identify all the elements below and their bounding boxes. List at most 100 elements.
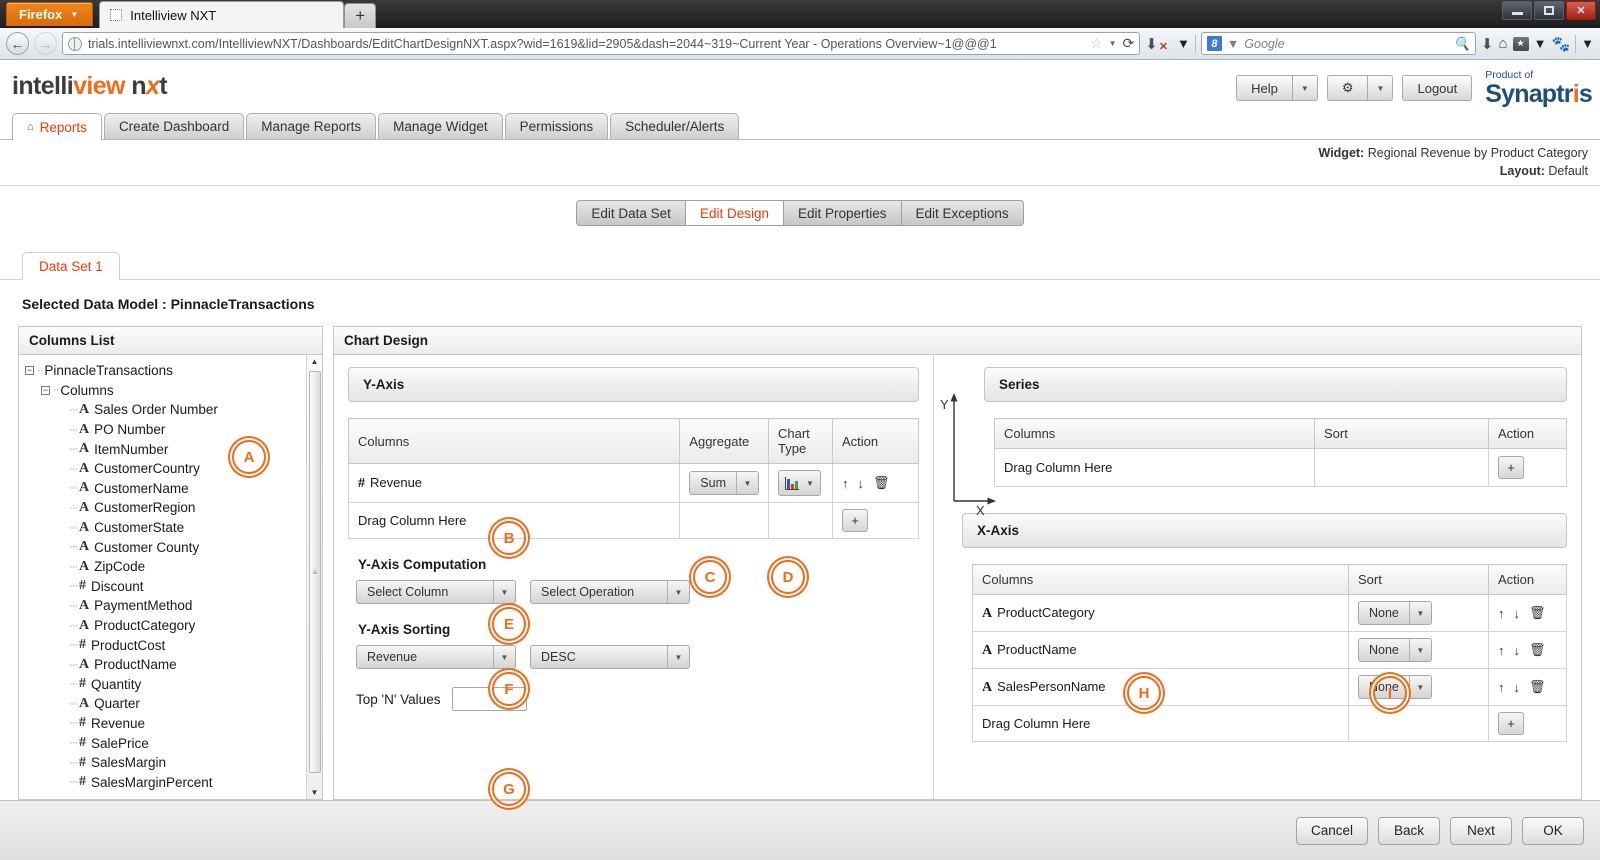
- x-axis-sort-cell[interactable]: None▼: [1349, 632, 1489, 669]
- move-up-icon[interactable]: ↑: [1498, 643, 1505, 658]
- tree-item[interactable]: ···AZipCode: [25, 557, 306, 577]
- chevron-down-icon[interactable]: ▼: [1409, 602, 1431, 624]
- address-bar[interactable]: trials.intelliviewnxt.com/IntelliviewNXT…: [62, 32, 1140, 55]
- logout-button[interactable]: Logout: [1402, 75, 1472, 101]
- move-down-icon[interactable]: ↓: [858, 476, 865, 491]
- scroll-up-icon[interactable]: ▲: [311, 357, 319, 366]
- bookmarks-icon[interactable]: ★: [1513, 37, 1529, 51]
- chevron-down-icon[interactable]: ▼: [1409, 676, 1431, 698]
- table-row-dropzone[interactable]: Drag Column Here +: [995, 449, 1567, 487]
- x-axis-column-cell[interactable]: ASalesPersonName: [973, 669, 1349, 706]
- tree-item[interactable]: ···ACustomerName: [25, 479, 306, 499]
- delete-icon[interactable]: 🗑: [873, 475, 890, 491]
- tree-item[interactable]: ···#Revenue: [25, 714, 306, 734]
- new-tab-button[interactable]: +: [344, 3, 376, 28]
- back-button[interactable]: ←: [6, 32, 29, 55]
- tree-item[interactable]: ···AProductName: [25, 655, 306, 675]
- add-row-button[interactable]: +: [1498, 456, 1524, 479]
- tab-scheduler-alerts[interactable]: Scheduler/Alerts: [610, 113, 739, 139]
- x-axis-column-cell[interactable]: AProductCategory: [973, 595, 1349, 632]
- table-row-dropzone[interactable]: Drag Column Here +: [349, 503, 919, 539]
- computation-operation-select[interactable]: Select Operation ▼: [530, 580, 690, 604]
- chevron-down-icon[interactable]: ▼: [493, 581, 515, 603]
- back-button[interactable]: Back: [1378, 817, 1440, 845]
- x-axis-column-cell[interactable]: AProductName: [973, 632, 1349, 669]
- chevron-down-icon[interactable]: ▼: [1177, 36, 1190, 51]
- browser-tab[interactable]: Intelliview NXT: [99, 1, 344, 28]
- tree-node-columns[interactable]: −··Columns: [25, 381, 306, 401]
- columns-tree[interactable]: −··PinnacleTransactions −··Columns ···AS…: [19, 355, 306, 799]
- chart-type-select[interactable]: ▼: [778, 470, 821, 496]
- extension-icon[interactable]: 🐾: [1551, 35, 1570, 53]
- forward-button[interactable]: →: [34, 32, 57, 55]
- downloads-icon[interactable]: ⬇: [1481, 35, 1494, 53]
- chevron-down-icon[interactable]: ▼: [1581, 36, 1594, 51]
- table-row-dropzone[interactable]: Drag Column Here +: [973, 706, 1567, 742]
- tree-item[interactable]: ···#Quantity: [25, 675, 306, 695]
- tree-item[interactable]: ···#SalesMargin: [25, 753, 306, 773]
- help-dropdown-button[interactable]: ▼: [1292, 75, 1318, 101]
- chevron-down-icon[interactable]: ▼: [1534, 36, 1547, 51]
- tree-item[interactable]: ···#SalesMarginPercent: [25, 772, 306, 792]
- x-axis-drop-cell[interactable]: Drag Column Here: [973, 706, 1349, 742]
- bookmark-star-icon[interactable]: ☆: [1090, 35, 1103, 52]
- table-row[interactable]: AProductNameNone▼↑↓🗑: [973, 632, 1567, 669]
- x-axis-sort-cell[interactable]: None▼: [1349, 595, 1489, 632]
- maximize-button[interactable]: [1534, 1, 1564, 20]
- table-row[interactable]: #Revenue Sum ▼: [349, 464, 919, 503]
- ok-button[interactable]: OK: [1522, 817, 1584, 845]
- tree-item[interactable]: ···APO Number: [25, 420, 306, 440]
- sorting-column-select[interactable]: Revenue ▼: [356, 645, 516, 669]
- sort-select[interactable]: None▼: [1358, 638, 1432, 662]
- scrollbar-thumb[interactable]: ≡: [309, 371, 321, 773]
- subtab-edit-exceptions[interactable]: Edit Exceptions: [902, 200, 1024, 226]
- sorting-order-select[interactable]: DESC ▼: [530, 645, 690, 669]
- table-row[interactable]: ASalesPersonNameNone▼↑↓🗑: [973, 669, 1567, 706]
- aggregate-select[interactable]: Sum ▼: [689, 471, 759, 495]
- tree-item[interactable]: ···ACustomer County: [25, 537, 306, 557]
- minimize-button[interactable]: [1502, 1, 1532, 20]
- close-button[interactable]: ✕: [1566, 1, 1596, 20]
- columns-scrollbar[interactable]: ▲ ≡ ▼: [306, 355, 322, 799]
- series-drop-cell[interactable]: Drag Column Here: [995, 449, 1315, 487]
- table-row[interactable]: AProductCategory None▼ ↑ ↓ 🗑: [973, 595, 1567, 632]
- tab-data-set-1[interactable]: Data Set 1: [22, 252, 120, 280]
- firefox-menu-button[interactable]: Firefox ▼: [6, 2, 93, 26]
- cancel-button[interactable]: Cancel: [1296, 817, 1368, 845]
- add-row-button[interactable]: +: [1498, 712, 1524, 735]
- chevron-down-icon[interactable]: ▼: [493, 646, 515, 668]
- tree-item[interactable]: ···#SalePrice: [25, 733, 306, 753]
- tree-item[interactable]: ···APaymentMethod: [25, 596, 306, 616]
- tab-create-dashboard[interactable]: Create Dashboard: [104, 113, 244, 139]
- move-down-icon[interactable]: ↓: [1514, 680, 1521, 695]
- settings-dropdown-button[interactable]: ▼: [1367, 75, 1393, 101]
- reload-icon[interactable]: ⟳: [1123, 35, 1135, 52]
- computation-column-select[interactable]: Select Column ▼: [356, 580, 516, 604]
- chevron-down-icon[interactable]: ▼: [1109, 39, 1117, 48]
- help-button[interactable]: Help: [1236, 75, 1292, 101]
- delete-icon[interactable]: 🗑: [1529, 679, 1546, 695]
- tab-manage-reports[interactable]: Manage Reports: [246, 113, 376, 139]
- move-down-icon[interactable]: ↓: [1514, 643, 1521, 658]
- tree-node-root[interactable]: −··PinnacleTransactions: [25, 361, 306, 381]
- tab-permissions[interactable]: Permissions: [505, 113, 609, 139]
- y-axis-column-cell[interactable]: #Revenue: [349, 464, 680, 503]
- tree-item[interactable]: ···AQuarter: [25, 694, 306, 714]
- subtab-edit-properties[interactable]: Edit Properties: [784, 200, 902, 226]
- y-axis-aggregate-cell[interactable]: Sum ▼: [680, 464, 769, 503]
- scroll-down-icon[interactable]: ▼: [311, 788, 319, 797]
- move-up-icon[interactable]: ↑: [842, 476, 849, 491]
- next-button[interactable]: Next: [1450, 817, 1512, 845]
- tree-item[interactable]: ···ACustomerState: [25, 518, 306, 538]
- add-row-button[interactable]: +: [842, 509, 868, 532]
- delete-icon[interactable]: 🗑: [1529, 605, 1546, 621]
- tab-reports[interactable]: ⌂ Reports: [12, 113, 102, 140]
- move-up-icon[interactable]: ↑: [1498, 680, 1505, 695]
- tree-item[interactable]: ···AProductCategory: [25, 616, 306, 636]
- collapse-icon[interactable]: −: [41, 386, 50, 395]
- move-down-icon[interactable]: ↓: [1514, 606, 1521, 621]
- move-up-icon[interactable]: ↑: [1498, 606, 1505, 621]
- sort-select[interactable]: None▼: [1358, 601, 1432, 625]
- download-blocked-icon[interactable]: ⬇: [1145, 35, 1158, 53]
- subtab-edit-design[interactable]: Edit Design: [686, 200, 784, 226]
